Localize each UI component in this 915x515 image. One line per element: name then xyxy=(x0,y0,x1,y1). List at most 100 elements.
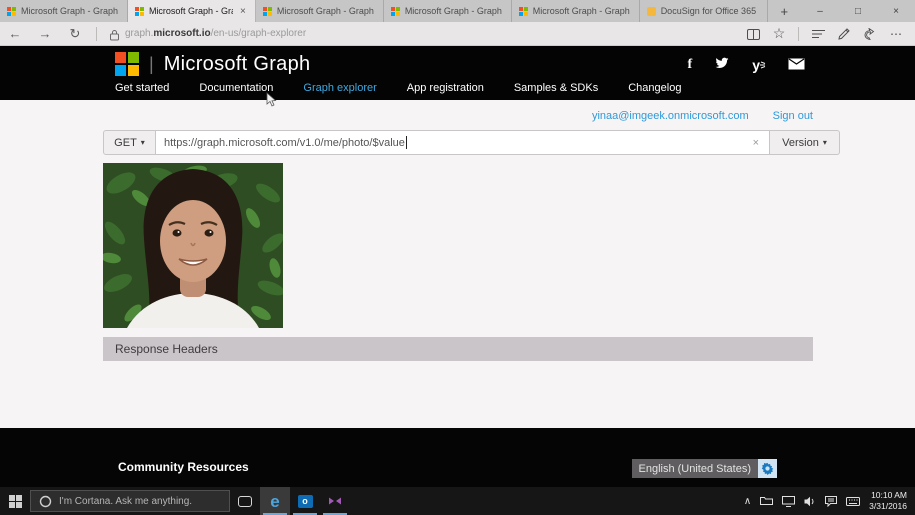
microsoft-favicon xyxy=(134,6,144,16)
twitter-icon[interactable] xyxy=(714,56,730,73)
social-links: f y xyxy=(688,56,805,73)
request-url-value: https://graph.microsoft.com/v1.0/me/phot… xyxy=(164,136,405,149)
language-selector[interactable]: English (United States) xyxy=(631,459,777,478)
request-bar: GET ▾ https://graph.microsoft.com/v1.0/m… xyxy=(103,130,840,155)
site-header: | Microsoft Graph f y Get started Docume… xyxy=(0,46,915,100)
touch-keyboard-icon[interactable] xyxy=(846,496,861,506)
method-dropdown[interactable]: GET ▾ xyxy=(103,130,156,155)
start-button[interactable] xyxy=(0,487,30,515)
community-resources-heading: Community Resources xyxy=(118,460,249,474)
tab-msgraph-4[interactable]: Microsoft Graph - Graph | xyxy=(384,0,512,22)
maximize-button[interactable]: □ xyxy=(839,0,877,22)
nav-changelog[interactable]: Changelog xyxy=(628,82,681,94)
clear-input-icon[interactable]: × xyxy=(751,137,761,149)
folder-icon[interactable] xyxy=(760,496,774,506)
web-note-icon[interactable] xyxy=(831,27,857,41)
cortana-circle-icon xyxy=(39,495,52,507)
browser-tab-bar: Microsoft Graph - Graph | Microsoft Grap… xyxy=(0,0,915,22)
tab-close-icon[interactable]: × xyxy=(238,6,248,17)
more-options-icon[interactable]: ⋯ xyxy=(883,27,909,41)
action-center-icon[interactable] xyxy=(825,495,838,507)
minimize-button[interactable]: – xyxy=(801,0,839,22)
chevron-down-icon: ▾ xyxy=(822,138,827,147)
refresh-icon[interactable]: ↻ xyxy=(60,26,90,42)
tab-msgraph-3[interactable]: Microsoft Graph - Graph | xyxy=(256,0,384,22)
request-url-input[interactable]: https://graph.microsoft.com/v1.0/me/phot… xyxy=(156,130,770,155)
edge-icon: e xyxy=(270,491,280,511)
network-display-icon[interactable] xyxy=(782,495,796,507)
tab-title: Microsoft Graph - Graph | xyxy=(532,6,632,16)
site-nav: Get started Documentation Graph explorer… xyxy=(115,82,681,94)
microsoft-favicon xyxy=(262,6,272,16)
site-footer: Community Resources English (United Stat… xyxy=(0,428,915,487)
chevron-down-icon: ▾ xyxy=(140,138,145,147)
response-profile-photo xyxy=(101,163,285,328)
tab-msgraph-5[interactable]: Microsoft Graph - Graph | xyxy=(512,0,640,22)
tab-title: Microsoft Graph - Graph | xyxy=(21,6,120,16)
nav-documentation[interactable]: Documentation xyxy=(199,82,273,94)
lock-icon xyxy=(103,26,125,41)
address-bar[interactable]: graph.microsoft.io/en-us/graph-explorer xyxy=(125,28,740,39)
nav-graph-explorer[interactable]: Graph explorer xyxy=(303,82,376,94)
gear-icon[interactable] xyxy=(758,459,777,478)
task-view-button[interactable] xyxy=(230,487,260,515)
clock-time: 10:10 AM xyxy=(871,490,907,501)
microsoft-favicon xyxy=(7,6,16,16)
text-caret xyxy=(405,136,407,149)
taskbar-visual-studio-button[interactable] xyxy=(320,487,350,515)
url-text: graph.microsoft.io/en-us/graph-explorer xyxy=(125,28,307,39)
nav-get-started[interactable]: Get started xyxy=(115,82,169,94)
email-icon[interactable] xyxy=(788,57,805,73)
tab-title: DocuSign for Office 365 xyxy=(660,6,757,16)
docusign-favicon xyxy=(646,6,656,16)
taskbar-outlook-button[interactable]: o xyxy=(290,487,320,515)
sign-out-link[interactable]: Sign out xyxy=(773,110,813,122)
nav-samples-sdks[interactable]: Samples & SDKs xyxy=(514,82,598,94)
mouse-cursor xyxy=(266,92,278,113)
favorites-star-icon[interactable]: ☆ xyxy=(766,25,792,42)
visual-studio-icon xyxy=(329,497,341,505)
microsoft-logo xyxy=(115,52,139,76)
windows-taskbar: I'm Cortana. Ask me anything. e o ∧ 10:1… xyxy=(0,487,915,515)
tab-msgraph-1[interactable]: Microsoft Graph - Graph | xyxy=(0,0,128,22)
account-email-link[interactable]: yinaa@imgeek.onmicrosoft.com xyxy=(592,110,749,122)
back-icon[interactable]: ← xyxy=(0,26,30,41)
cortana-search-box[interactable]: I'm Cortana. Ask me anything. xyxy=(30,490,230,512)
browser-toolbar: ← → ↻ graph.microsoft.io/en-us/graph-exp… xyxy=(0,22,915,46)
new-tab-button[interactable]: + xyxy=(768,0,801,22)
tab-title: Microsoft Graph - Gra xyxy=(148,6,234,16)
nav-app-registration[interactable]: App registration xyxy=(407,82,484,94)
divider xyxy=(798,26,799,41)
language-value[interactable]: English (United States) xyxy=(631,459,758,478)
tab-docusign[interactable]: DocuSign for Office 365 xyxy=(640,0,768,22)
outlook-icon: o xyxy=(297,494,313,508)
share-icon[interactable] xyxy=(857,27,883,41)
forward-icon[interactable]: → xyxy=(30,26,60,41)
version-dropdown[interactable]: Version ▾ xyxy=(770,130,840,155)
tab-title: Microsoft Graph - Graph | xyxy=(404,6,504,16)
speaker-icon[interactable] xyxy=(804,496,816,507)
divider xyxy=(96,26,97,41)
site-title: Microsoft Graph xyxy=(163,52,311,75)
hub-icon[interactable] xyxy=(805,27,831,41)
cortana-placeholder: I'm Cortana. Ask me anything. xyxy=(59,495,193,507)
taskbar-clock[interactable]: 10:10 AM 3/31/2016 xyxy=(869,490,907,511)
toolbar-icons: ☆ ⋯ xyxy=(740,25,909,42)
reading-view-icon[interactable] xyxy=(740,27,766,41)
microsoft-favicon xyxy=(390,6,400,16)
yammer-icon[interactable]: y xyxy=(752,57,766,73)
brand-row: | Microsoft Graph xyxy=(115,52,310,76)
tab-msgraph-2-active[interactable]: Microsoft Graph - Gra × xyxy=(127,0,256,22)
facebook-icon[interactable]: f xyxy=(688,57,693,73)
system-tray: ∧ 10:10 AM 3/31/2016 xyxy=(744,490,915,511)
response-headers-label: Response Headers xyxy=(115,342,218,356)
windows-logo-icon xyxy=(8,494,22,508)
account-row: yinaa@imgeek.onmicrosoft.com Sign out xyxy=(592,110,813,122)
clock-date: 3/31/2016 xyxy=(869,501,907,511)
microsoft-favicon xyxy=(518,6,528,16)
tab-title: Microsoft Graph - Graph | xyxy=(276,6,376,16)
taskbar-edge-button[interactable]: e xyxy=(260,487,290,515)
response-headers-bar[interactable]: Response Headers xyxy=(103,337,813,361)
show-hidden-icons-chevron[interactable]: ∧ xyxy=(744,496,751,507)
close-button[interactable]: × xyxy=(877,0,915,22)
